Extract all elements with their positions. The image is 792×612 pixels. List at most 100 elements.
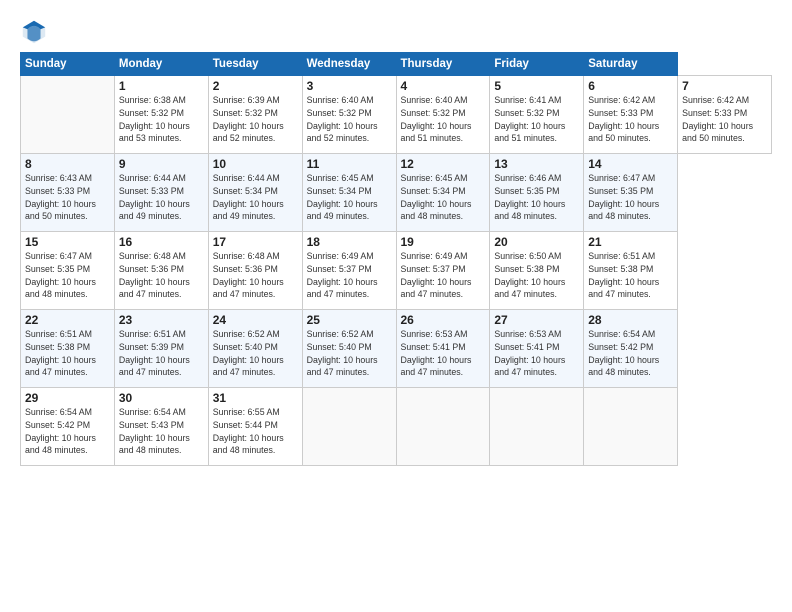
calendar-cell: 8Sunrise: 6:43 AMSunset: 5:33 PMDaylight…	[21, 154, 115, 232]
day-detail: Sunrise: 6:46 AMSunset: 5:35 PMDaylight:…	[494, 173, 565, 221]
calendar-cell: 20 Sunrise: 6:50 AMSunset: 5:38 PMDayligh…	[490, 232, 584, 310]
day-number: 18	[307, 235, 392, 249]
day-number: 17	[213, 235, 298, 249]
calendar-cell: 26Sunrise: 6:53 AMSunset: 5:41 PMDayligh…	[396, 310, 490, 388]
calendar-cell: 1Sunrise: 6:38 AMSunset: 5:32 PMDaylight…	[114, 76, 208, 154]
day-number: 26	[401, 313, 486, 327]
day-detail: Sunrise: 6:40 AMSunset: 5:32 PMDaylight:…	[307, 95, 378, 143]
header-row: SundayMondayTuesdayWednesdayThursdayFrid…	[21, 53, 772, 76]
day-detail: Sunrise: 6:50 AMSunset: 5:38 PMDaylight:…	[494, 251, 565, 299]
day-number: 29	[25, 391, 110, 405]
day-detail: Sunrise: 6:48 AMSunset: 5:36 PMDaylight:…	[213, 251, 284, 299]
day-detail: Sunrise: 6:40 AMSunset: 5:32 PMDaylight:…	[401, 95, 472, 143]
day-number: 11	[307, 157, 392, 171]
calendar-cell: 11Sunrise: 6:45 AMSunset: 5:34 PMDayligh…	[302, 154, 396, 232]
calendar-cell: 21 Sunrise: 6:51 AMSunset: 5:38 PMDayligh…	[584, 232, 678, 310]
day-number: 28	[588, 313, 673, 327]
calendar-cell: 18 Sunrise: 6:49 AMSunset: 5:37 PMDayligh…	[302, 232, 396, 310]
calendar-cell: 7 Sunrise: 6:42 AMSunset: 5:33 PMDaylight…	[678, 76, 772, 154]
day-detail: Sunrise: 6:54 AMSunset: 5:42 PMDaylight:…	[25, 407, 96, 455]
calendar-cell	[396, 388, 490, 466]
day-number: 21	[588, 235, 673, 249]
calendar-cell: 9 Sunrise: 6:44 AMSunset: 5:33 PMDaylight…	[114, 154, 208, 232]
calendar-cell: 19 Sunrise: 6:49 AMSunset: 5:37 PMDayligh…	[396, 232, 490, 310]
day-detail: Sunrise: 6:48 AMSunset: 5:36 PMDaylight:…	[119, 251, 190, 299]
calendar-cell	[584, 388, 678, 466]
calendar-cell: 28 Sunrise: 6:54 AMSunset: 5:42 PMDayligh…	[584, 310, 678, 388]
calendar-cell: 29 Sunrise: 6:54 AMSunset: 5:42 PMDayligh…	[21, 388, 115, 466]
day-number: 2	[213, 79, 298, 93]
logo	[20, 18, 52, 46]
day-number: 3	[307, 79, 392, 93]
day-detail: Sunrise: 6:42 AMSunset: 5:33 PMDaylight:…	[682, 95, 753, 143]
day-detail: Sunrise: 6:53 AMSunset: 5:41 PMDaylight:…	[494, 329, 565, 377]
calendar-cell: 10Sunrise: 6:44 AMSunset: 5:34 PMDayligh…	[208, 154, 302, 232]
day-number: 5	[494, 79, 579, 93]
week-row-0: 1Sunrise: 6:38 AMSunset: 5:32 PMDaylight…	[21, 76, 772, 154]
calendar-cell: 16 Sunrise: 6:48 AMSunset: 5:36 PMDayligh…	[114, 232, 208, 310]
day-number: 19	[401, 235, 486, 249]
calendar-cell: 2 Sunrise: 6:39 AMSunset: 5:32 PMDaylight…	[208, 76, 302, 154]
calendar-cell: 31 Sunrise: 6:55 AMSunset: 5:44 PMDayligh…	[208, 388, 302, 466]
day-detail: Sunrise: 6:54 AMSunset: 5:43 PMDaylight:…	[119, 407, 190, 455]
calendar-cell: 4 Sunrise: 6:40 AMSunset: 5:32 PMDaylight…	[396, 76, 490, 154]
day-number: 13	[494, 157, 579, 171]
calendar-cell: 27Sunrise: 6:53 AMSunset: 5:41 PMDayligh…	[490, 310, 584, 388]
day-number: 22	[25, 313, 110, 327]
week-row-3: 22 Sunrise: 6:51 AMSunset: 5:38 PMDayligh…	[21, 310, 772, 388]
day-number: 6	[588, 79, 673, 93]
day-detail: Sunrise: 6:47 AMSunset: 5:35 PMDaylight:…	[25, 251, 96, 299]
calendar-cell: 13 Sunrise: 6:46 AMSunset: 5:35 PMDayligh…	[490, 154, 584, 232]
logo-icon	[20, 18, 48, 46]
calendar-cell: 22 Sunrise: 6:51 AMSunset: 5:38 PMDayligh…	[21, 310, 115, 388]
day-detail: Sunrise: 6:51 AMSunset: 5:38 PMDaylight:…	[25, 329, 96, 377]
calendar-cell: 30 Sunrise: 6:54 AMSunset: 5:43 PMDayligh…	[114, 388, 208, 466]
day-number: 4	[401, 79, 486, 93]
day-detail: Sunrise: 6:41 AMSunset: 5:32 PMDaylight:…	[494, 95, 565, 143]
calendar-header: SundayMondayTuesdayWednesdayThursdayFrid…	[21, 53, 772, 76]
day-detail: Sunrise: 6:39 AMSunset: 5:32 PMDaylight:…	[213, 95, 284, 143]
calendar-body: 1Sunrise: 6:38 AMSunset: 5:32 PMDaylight…	[21, 76, 772, 466]
day-number: 20	[494, 235, 579, 249]
calendar-cell: 14Sunrise: 6:47 AMSunset: 5:35 PMDayligh…	[584, 154, 678, 232]
day-detail: Sunrise: 6:38 AMSunset: 5:32 PMDaylight:…	[119, 95, 190, 143]
day-detail: Sunrise: 6:51 AMSunset: 5:39 PMDaylight:…	[119, 329, 190, 377]
calendar-cell: 23 Sunrise: 6:51 AMSunset: 5:39 PMDayligh…	[114, 310, 208, 388]
day-number: 15	[25, 235, 110, 249]
day-detail: Sunrise: 6:45 AMSunset: 5:34 PMDaylight:…	[401, 173, 472, 221]
calendar-cell	[302, 388, 396, 466]
day-number: 9	[119, 157, 204, 171]
day-detail: Sunrise: 6:52 AMSunset: 5:40 PMDaylight:…	[307, 329, 378, 377]
page: SundayMondayTuesdayWednesdayThursdayFrid…	[0, 0, 792, 612]
calendar-cell: 12 Sunrise: 6:45 AMSunset: 5:34 PMDayligh…	[396, 154, 490, 232]
header-cell-sunday: Sunday	[21, 53, 115, 76]
day-number: 16	[119, 235, 204, 249]
calendar-cell: 5 Sunrise: 6:41 AMSunset: 5:32 PMDaylight…	[490, 76, 584, 154]
day-detail: Sunrise: 6:55 AMSunset: 5:44 PMDaylight:…	[213, 407, 284, 455]
day-number: 30	[119, 391, 204, 405]
calendar-cell	[21, 76, 115, 154]
day-detail: Sunrise: 6:44 AMSunset: 5:34 PMDaylight:…	[213, 173, 284, 221]
header-cell-saturday: Saturday	[584, 53, 678, 76]
day-number: 23	[119, 313, 204, 327]
day-number: 7	[682, 79, 767, 93]
day-number: 25	[307, 313, 392, 327]
day-detail: Sunrise: 6:42 AMSunset: 5:33 PMDaylight:…	[588, 95, 659, 143]
day-detail: Sunrise: 6:49 AMSunset: 5:37 PMDaylight:…	[401, 251, 472, 299]
day-detail: Sunrise: 6:44 AMSunset: 5:33 PMDaylight:…	[119, 173, 190, 221]
day-detail: Sunrise: 6:54 AMSunset: 5:42 PMDaylight:…	[588, 329, 659, 377]
header-cell-tuesday: Tuesday	[208, 53, 302, 76]
calendar-cell	[490, 388, 584, 466]
calendar-cell: 24Sunrise: 6:52 AMSunset: 5:40 PMDayligh…	[208, 310, 302, 388]
header-cell-wednesday: Wednesday	[302, 53, 396, 76]
header-cell-monday: Monday	[114, 53, 208, 76]
day-number: 12	[401, 157, 486, 171]
header	[20, 18, 772, 46]
week-row-2: 15 Sunrise: 6:47 AMSunset: 5:35 PMDayligh…	[21, 232, 772, 310]
day-detail: Sunrise: 6:49 AMSunset: 5:37 PMDaylight:…	[307, 251, 378, 299]
header-cell-thursday: Thursday	[396, 53, 490, 76]
day-number: 8	[25, 157, 110, 171]
day-detail: Sunrise: 6:51 AMSunset: 5:38 PMDaylight:…	[588, 251, 659, 299]
day-number: 31	[213, 391, 298, 405]
week-row-4: 29 Sunrise: 6:54 AMSunset: 5:42 PMDayligh…	[21, 388, 772, 466]
